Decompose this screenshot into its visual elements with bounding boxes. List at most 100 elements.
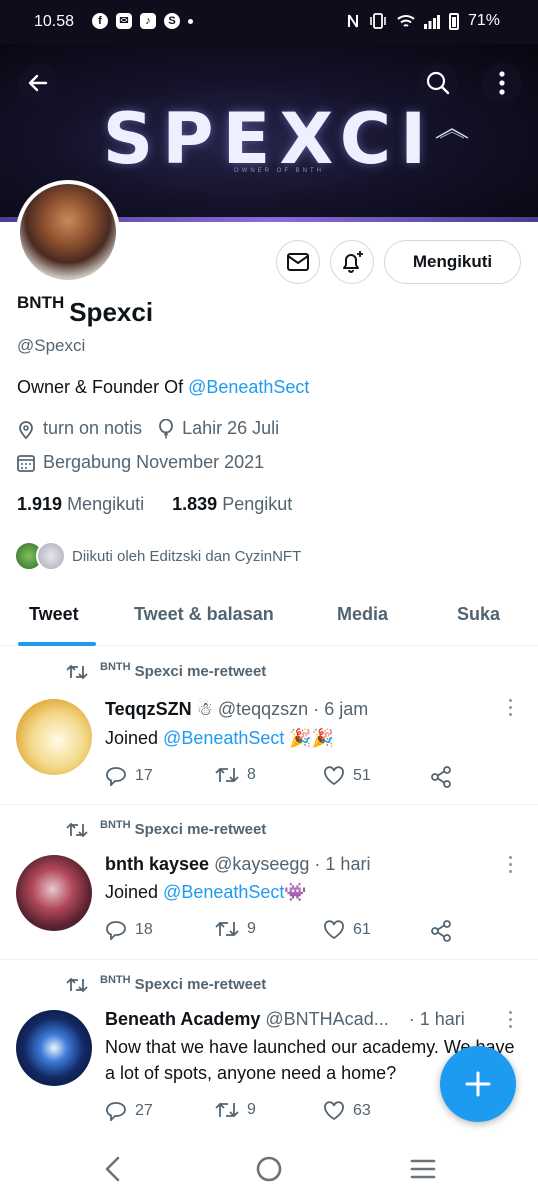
tweet-time: 6 jam xyxy=(324,699,369,719)
share-icon xyxy=(431,766,451,788)
heart-icon xyxy=(324,766,344,786)
follow-counts: 1.919 Mengikuti 1.839 Pengikut xyxy=(17,494,292,515)
profile-tabs: Tweet Tweet & balasan Media Suka xyxy=(0,590,538,646)
tweet-text-body: Joined xyxy=(105,728,164,748)
like-button[interactable]: 51 xyxy=(323,766,371,786)
back-button[interactable] xyxy=(18,63,58,103)
retweeter-label: Spexci me-retweet xyxy=(134,976,267,993)
tweet-mention-link[interactable]: @BeneathSect xyxy=(163,882,284,902)
tab-media[interactable]: Media xyxy=(337,604,388,625)
reply-count: 18 xyxy=(135,921,153,938)
followers-stat[interactable]: 1.839 Pengikut xyxy=(172,494,292,514)
retweet-button[interactable]: 8 xyxy=(215,766,256,784)
tweet-time: 1 hari xyxy=(419,1009,465,1029)
followers-label: Pengikut xyxy=(222,494,293,514)
tweet-more-button[interactable] xyxy=(507,856,513,874)
tweet-mention-link[interactable]: @BeneathSect xyxy=(163,728,284,748)
vibrate-icon xyxy=(370,13,386,29)
tweet-trailing: 👾 xyxy=(284,882,307,902)
reply-button[interactable]: 27 xyxy=(105,1101,153,1121)
compose-tweet-button[interactable] xyxy=(440,1046,516,1122)
tweet-more-button[interactable] xyxy=(507,699,513,717)
tab-tweet[interactable]: Tweet xyxy=(29,604,79,625)
nav-recents-icon[interactable] xyxy=(410,1156,436,1182)
profile-avatar[interactable] xyxy=(16,180,120,284)
retweet-icon xyxy=(66,977,88,992)
author-emoji: ☃ xyxy=(196,699,213,719)
signal-icon xyxy=(423,14,440,29)
heart-icon xyxy=(324,1101,344,1121)
like-count: 61 xyxy=(353,921,371,938)
followed-by-text: Diikuti oleh Editzski dan CyzinNFT xyxy=(72,547,302,565)
more-notifications-icon xyxy=(188,18,193,24)
following-stat[interactable]: 1.919 Mengikuti xyxy=(17,494,144,514)
search-button[interactable] xyxy=(418,63,458,103)
tweet-header: TeqqzSZN ☃ @teqqzszn · 6 jam xyxy=(105,699,368,720)
bio-text: Owner & Founder Of xyxy=(17,377,189,397)
retweet-button[interactable]: 9 xyxy=(215,1101,256,1119)
tweet-separator: · xyxy=(313,699,320,719)
reply-count: 27 xyxy=(135,1102,153,1119)
calendar-icon xyxy=(17,454,35,472)
profile-bio: Owner & Founder Of @BeneathSect xyxy=(17,377,309,398)
retweeter-tag: BNTH xyxy=(100,973,131,986)
share-button[interactable] xyxy=(430,766,452,788)
like-button[interactable]: 63 xyxy=(323,1101,371,1121)
retweet-icon xyxy=(215,767,239,783)
tweet-separator: · xyxy=(408,1009,415,1029)
gmail-icon: ✉ xyxy=(116,13,132,29)
tweet-avatar[interactable] xyxy=(16,699,92,775)
followed-by[interactable]: Diikuti oleh Editzski dan CyzinNFT xyxy=(14,541,301,571)
retweet-button[interactable]: 9 xyxy=(215,920,256,938)
notification-icons: f ✉ ♪ S xyxy=(92,13,193,29)
retweet-icon xyxy=(66,664,88,679)
tweet-author-name[interactable]: Beneath Academy xyxy=(105,1009,260,1029)
tweet-author-handle: @kayseegg xyxy=(214,854,310,874)
retweeter-tag: BNTH xyxy=(100,660,131,673)
retweeter-label: Spexci me-retweet xyxy=(134,821,267,838)
share-button[interactable] xyxy=(430,920,452,942)
envelope-icon xyxy=(287,253,309,271)
retweet-count: 9 xyxy=(247,920,256,937)
active-tab-indicator xyxy=(18,642,96,646)
message-button[interactable] xyxy=(276,240,320,284)
tweet-author-name[interactable]: TeqqzSZN xyxy=(105,699,192,719)
location-pin-icon xyxy=(19,420,33,439)
like-button[interactable]: 61 xyxy=(323,920,371,940)
notify-button[interactable] xyxy=(330,240,374,284)
retweet-icon xyxy=(215,921,239,937)
followers-count: 1.839 xyxy=(172,494,218,514)
tweet-header: Beneath Academy @BNTHAcad... · 1 hari xyxy=(105,1009,465,1030)
reply-icon xyxy=(106,1102,126,1121)
tab-tweet-replies[interactable]: Tweet & balasan xyxy=(134,604,274,625)
tweet-trailing: 🎉🎉 xyxy=(284,728,335,748)
status-time: 10.58 xyxy=(34,13,75,30)
birthday-text: Lahir 26 Juli xyxy=(182,418,280,438)
location-text: turn on notis xyxy=(43,418,143,438)
profile-name-tag: BNTH xyxy=(17,293,65,312)
tweet-time: 1 hari xyxy=(325,854,371,874)
reply-button[interactable]: 17 xyxy=(105,766,153,786)
reply-button[interactable]: 18 xyxy=(105,920,153,940)
nav-back-icon[interactable] xyxy=(104,1156,122,1182)
profile-name: BNTH Spexci xyxy=(17,293,153,328)
tab-likes[interactable]: Suka xyxy=(457,604,500,625)
tweet-avatar[interactable] xyxy=(16,855,92,931)
system-icons: 71% xyxy=(347,12,500,30)
tweet-author-name[interactable]: bnth kaysee xyxy=(105,854,209,874)
tweet-text: Joined @BeneathSect 🎉🎉 xyxy=(105,725,517,751)
tweet-text: Joined @BeneathSect👾 xyxy=(105,879,517,905)
following-button[interactable]: Mengikuti xyxy=(384,240,521,284)
tweet-card[interactable]: BNTH Spexci me-retweet TeqqzSZN ☃ @teqqzs… xyxy=(0,647,538,805)
nfc-icon xyxy=(347,14,358,28)
tweet-avatar[interactable] xyxy=(16,1010,92,1086)
tweet-more-button[interactable] xyxy=(507,1011,513,1029)
reply-icon xyxy=(106,921,126,940)
tweet-card[interactable]: BNTH Spexci me-retweet bnth kaysee @kayse… xyxy=(0,806,538,960)
bio-mention-link[interactable]: @BeneathSect xyxy=(188,377,309,397)
bell-plus-icon xyxy=(343,251,363,273)
more-options-button[interactable] xyxy=(482,63,522,103)
retweeter-label: Spexci me-retweet xyxy=(134,663,267,680)
nav-home-icon[interactable] xyxy=(256,1156,282,1182)
battery-icon xyxy=(448,12,459,30)
